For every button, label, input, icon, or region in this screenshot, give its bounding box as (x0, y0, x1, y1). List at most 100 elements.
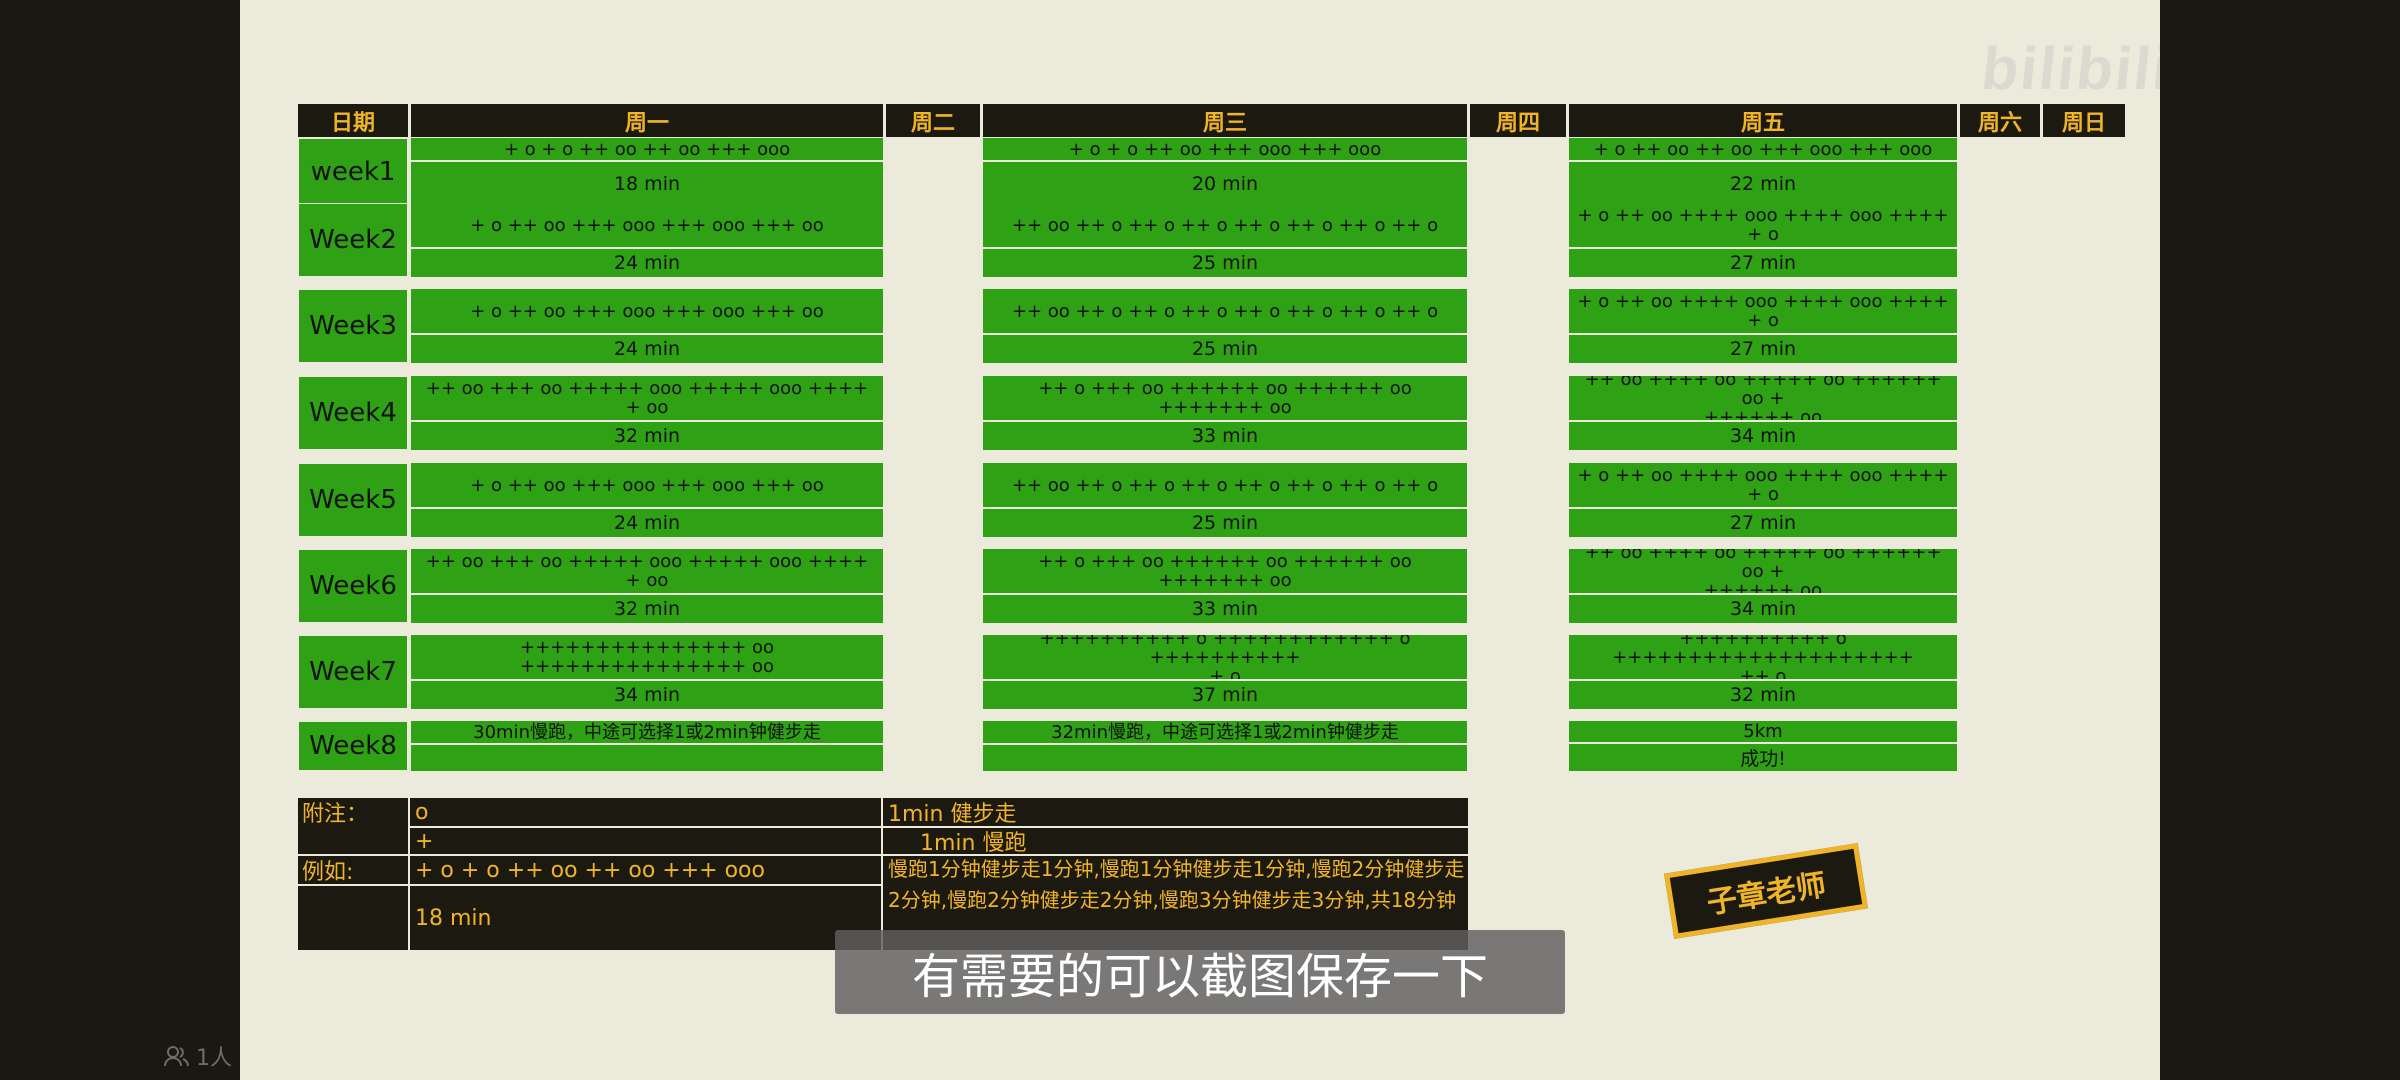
training-cell-wed: ++ oo ++ o ++ o ++ o ++ o ++ o ++ o ++ o… (983, 463, 1467, 537)
header-sat: 周六 (1960, 104, 2040, 137)
notes-divider (298, 854, 1468, 856)
week-label: Week5 (298, 463, 408, 537)
plus-symbol: + (415, 828, 434, 854)
training-duration: 27 min (1569, 249, 1957, 277)
notes-divider (408, 826, 1468, 828)
video-frame[interactable]: bilibili 日期 周一 周二 周三 周四 周五 周六 周日 week1 + … (240, 0, 2160, 1080)
example-time: 18 min (415, 905, 492, 931)
training-pattern: + o ++ oo ++++ ooo ++++ ooo ++++ + o (1569, 203, 1957, 249)
training-duration: 18 min (411, 162, 883, 205)
viewer-count: 1人 (164, 1040, 232, 1072)
training-duration: 24 min (411, 249, 883, 277)
example-label: 例如: (302, 860, 354, 884)
training-cell-mon: +++++++++++++++ oo +++++++++++++++ oo 34 … (411, 635, 883, 709)
week-label: Week7 (298, 635, 408, 709)
training-cell-wed: ++ o +++ oo ++++++ oo ++++++ oo +++++++ … (983, 549, 1467, 623)
training-pattern: + o ++ oo +++ ooo +++ ooo +++ oo (411, 203, 883, 249)
training-cell-fri: + o ++ oo ++ oo +++ ooo +++ ooo 22 min (1569, 138, 1957, 205)
training-pattern: ++ oo +++ oo +++++ ooo +++++ ooo ++++ + … (411, 549, 883, 595)
training-cell-wed: ++ oo ++ o ++ o ++ o ++ o ++ o ++ o ++ o… (983, 289, 1467, 363)
training-pattern: + o + o ++ oo ++ oo +++ ooo (411, 138, 883, 162)
training-pattern: 30min慢跑，中途可选择1或2min钟健步走 (411, 721, 883, 745)
training-duration: 25 min (983, 335, 1467, 363)
stamp-text: 子章老师 (1704, 867, 1829, 922)
training-pattern: +++++++++++++++ oo +++++++++++++++ oo (411, 635, 883, 681)
training-pattern: 5km (1569, 721, 1957, 744)
header-mon: 周一 (411, 104, 883, 137)
training-pattern: ++ oo ++ o ++ o ++ o ++ o ++ o ++ o ++ o (983, 289, 1467, 335)
week-label: Week6 (298, 549, 408, 623)
training-duration: 27 min (1569, 509, 1957, 537)
notes-divider (298, 884, 881, 886)
training-cell-mon: ++ oo +++ oo +++++ ooo +++++ ooo ++++ + … (411, 376, 883, 450)
training-duration: 25 min (983, 509, 1467, 537)
training-cell-fri: + o ++ oo ++++ ooo ++++ ooo ++++ + o 27 m… (1569, 463, 1957, 537)
training-duration: 34 min (411, 681, 883, 709)
o-meaning: 1min 健步走 (888, 802, 1017, 826)
training-pattern: + o + o ++ oo +++ ooo +++ ooo (983, 138, 1467, 162)
training-pattern: ++++++++++ o ++++++++++++ o ++++++++++ +… (983, 635, 1467, 681)
training-duration (411, 745, 883, 771)
subtitle: 有需要的可以截图保存一下 (835, 930, 1565, 1014)
training-duration: 34 min (1569, 595, 1957, 623)
header-sun: 周日 (2043, 104, 2125, 137)
week-label: week1 (298, 138, 408, 205)
training-cell-mon: 30min慢跑，中途可选择1或2min钟健步走 (411, 721, 883, 771)
training-cell-wed: ++ o +++ oo ++++++ oo ++++++ oo +++++++ … (983, 376, 1467, 450)
week-label: Week8 (298, 721, 408, 771)
training-pattern: ++ oo +++ oo +++++ ooo +++++ ooo ++++ + … (411, 376, 883, 422)
training-cell-mon: + o ++ oo +++ ooo +++ ooo +++ oo 24 min (411, 289, 883, 363)
training-pattern: + o ++ oo ++ oo +++ ooo +++ ooo (1569, 138, 1957, 162)
training-duration: 25 min (983, 249, 1467, 277)
training-cell-mon: ++ oo +++ oo +++++ ooo +++++ ooo ++++ + … (411, 549, 883, 623)
training-cell-fri: + o ++ oo ++++ ooo ++++ ooo ++++ + o 27 m… (1569, 289, 1957, 363)
header-date: 日期 (298, 104, 408, 137)
training-pattern: ++ o +++ oo ++++++ oo ++++++ oo +++++++ … (983, 376, 1467, 422)
training-duration: 37 min (983, 681, 1467, 709)
training-duration: 33 min (983, 422, 1467, 450)
author-stamp-logo: 子章老师 (1664, 843, 1868, 939)
training-cell-fri: ++ oo ++++ oo +++++ oo ++++++ oo + +++++… (1569, 376, 1957, 450)
bilibili-watermark: bilibili (1978, 35, 2160, 102)
o-symbol: o (415, 799, 429, 825)
training-cell-fri: + o ++ oo ++++ ooo ++++ ooo ++++ + o 27 m… (1569, 203, 1957, 277)
training-cell-fri: ++++++++++ o ++++++++++++++++++++ ++ o 32… (1569, 635, 1957, 709)
training-duration: 24 min (411, 509, 883, 537)
training-duration: 24 min (411, 335, 883, 363)
training-cell-wed: ++ oo ++ o ++ o ++ o ++ o ++ o ++ o ++ o… (983, 203, 1467, 277)
training-pattern: + o ++ oo ++++ ooo ++++ ooo ++++ + o (1569, 463, 1957, 509)
viewers-icon (164, 1046, 189, 1067)
training-pattern: ++ oo ++++ oo +++++ oo ++++++ oo + +++++… (1569, 376, 1957, 422)
training-duration: 32 min (411, 595, 883, 623)
training-duration (983, 745, 1467, 771)
header-wed: 周三 (983, 104, 1467, 137)
training-pattern: ++++++++++ o ++++++++++++++++++++ ++ o (1569, 635, 1957, 681)
example-pattern: + o + o ++ oo ++ oo +++ ooo (415, 857, 765, 883)
training-duration: 27 min (1569, 335, 1957, 363)
training-cell-wed: 32min慢跑，中途可选择1或2min钟健步走 (983, 721, 1467, 771)
training-pattern: ++ o +++ oo ++++++ oo ++++++ oo +++++++ … (983, 549, 1467, 595)
training-pattern: ++ oo ++++ oo +++++ oo ++++++ oo + +++++… (1569, 549, 1957, 595)
training-cell-fri: ++ oo ++++ oo +++++ oo ++++++ oo + +++++… (1569, 549, 1957, 623)
training-pattern: + o ++ oo +++ ooo +++ ooo +++ oo (411, 289, 883, 335)
header-tue: 周二 (886, 104, 980, 137)
training-pattern: 32min慢跑，中途可选择1或2min钟健步走 (983, 721, 1467, 745)
week-label: Week2 (298, 203, 408, 277)
notes-label: 附注： (302, 802, 369, 826)
plus-meaning: 1min 慢跑 (920, 831, 1027, 854)
notes-divider (408, 798, 410, 950)
training-cell-mon: + o ++ oo +++ ooo +++ ooo +++ oo 24 min (411, 203, 883, 277)
training-pattern: + o ++ oo ++++ ooo ++++ ooo ++++ + o (1569, 289, 1957, 335)
training-cell-mon: + o + o ++ oo ++ oo +++ ooo 18 min (411, 138, 883, 205)
training-pattern: ++ oo ++ o ++ o ++ o ++ o ++ o ++ o ++ o (983, 203, 1467, 249)
training-duration: 成功! (1569, 744, 1957, 771)
notes-divider (881, 798, 883, 950)
header-fri: 周五 (1569, 104, 1957, 137)
training-cell-fri: 5km 成功! (1569, 721, 1957, 771)
viewer-count-text: 1人 (196, 1046, 232, 1071)
training-duration: 32 min (411, 422, 883, 450)
week-label: Week3 (298, 289, 408, 363)
training-pattern: + o ++ oo +++ ooo +++ ooo +++ oo (411, 463, 883, 509)
header-thu: 周四 (1470, 104, 1566, 137)
training-duration: 20 min (983, 162, 1467, 205)
